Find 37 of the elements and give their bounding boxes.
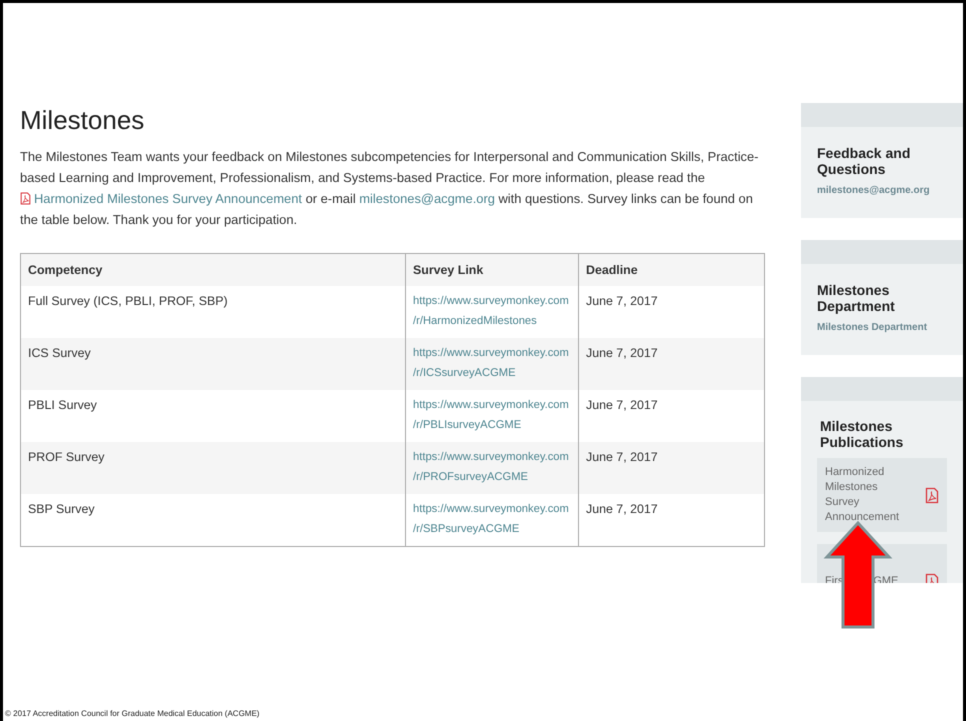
survey-link[interactable]: https://www.surveymonkey.com: [413, 295, 569, 307]
deadline-cell: June 7, 2017: [586, 502, 658, 516]
announcement-link[interactable]: Harmonized Milestones Survey Announcement: [20, 191, 302, 206]
survey-link[interactable]: /r/HarmonizedMilestones: [413, 315, 537, 327]
card-title: Milestones Publications: [820, 418, 904, 450]
card-title: Milestones Department: [817, 282, 896, 314]
copyright-text: © 2017 Accreditation Council for Graduate Medical Education (ACGME): [4, 709, 260, 720]
competency-cell: ICS Survey: [28, 346, 91, 360]
email-link[interactable]: milestones@acgme.org: [359, 191, 495, 206]
competency-cell: PROF Survey: [28, 450, 104, 464]
survey-link[interactable]: /r/PBLIsurveyACGME: [413, 419, 522, 431]
survey-link[interactable]: https://www.surveymonkey.com: [413, 451, 569, 463]
card-link[interactable]: milestones@acgme.org: [817, 185, 947, 196]
column-header: Deadline: [578, 254, 764, 286]
publication-title: Harmonized Milestones Survey Announcement: [825, 466, 899, 523]
survey-link[interactable]: https://www.surveymonkey.com: [413, 399, 569, 411]
publication-item[interactable]: Harmonized Milestones Survey Announcement: [817, 458, 947, 532]
deadline-cell: June 7, 2017: [586, 294, 658, 308]
column-header: Survey Link: [406, 254, 578, 286]
competency-cell: PBLI Survey: [28, 398, 97, 412]
survey-link[interactable]: /r/PROFsurveyACGME: [413, 471, 528, 483]
card-title: Feedback and Questions: [817, 145, 912, 177]
deadline-cell: June 7, 2017: [586, 346, 658, 360]
deadline-cell: June 7, 2017: [586, 398, 658, 412]
competency-cell: Full Survey (ICS, PBLI, PROF, SBP): [28, 294, 228, 308]
page-title: Milestones: [20, 105, 146, 136]
survey-link[interactable]: /r/ICSsurveyACGME: [413, 367, 516, 379]
card-link[interactable]: Milestones Department: [817, 322, 947, 333]
survey-link[interactable]: https://www.surveymonkey.com: [413, 347, 569, 359]
pdf-icon: [20, 192, 31, 205]
column-header: Competency: [20, 254, 406, 286]
survey-link[interactable]: https://www.surveymonkey.com: [413, 503, 569, 515]
competency-cell: SBP Survey: [28, 502, 95, 516]
survey-link[interactable]: /r/SBPsurveyACGME: [413, 523, 520, 535]
intro-paragraph: The Milestones Team wants your feedback on Milestones subcompetencies for Interpersonal and Communication Skills, Practice-based Learning and Improvement, Professionalism, and Systems-based Practice. For more information, please read the Harmonized Milestones Survey Announcement or e-mail milestones@acgme.org with questions. Survey links can be found on the table below. Thank you for your participation.: [20, 148, 760, 229]
pdf-icon: [925, 486, 939, 504]
deadline-cell: June 7, 2017: [586, 450, 658, 464]
